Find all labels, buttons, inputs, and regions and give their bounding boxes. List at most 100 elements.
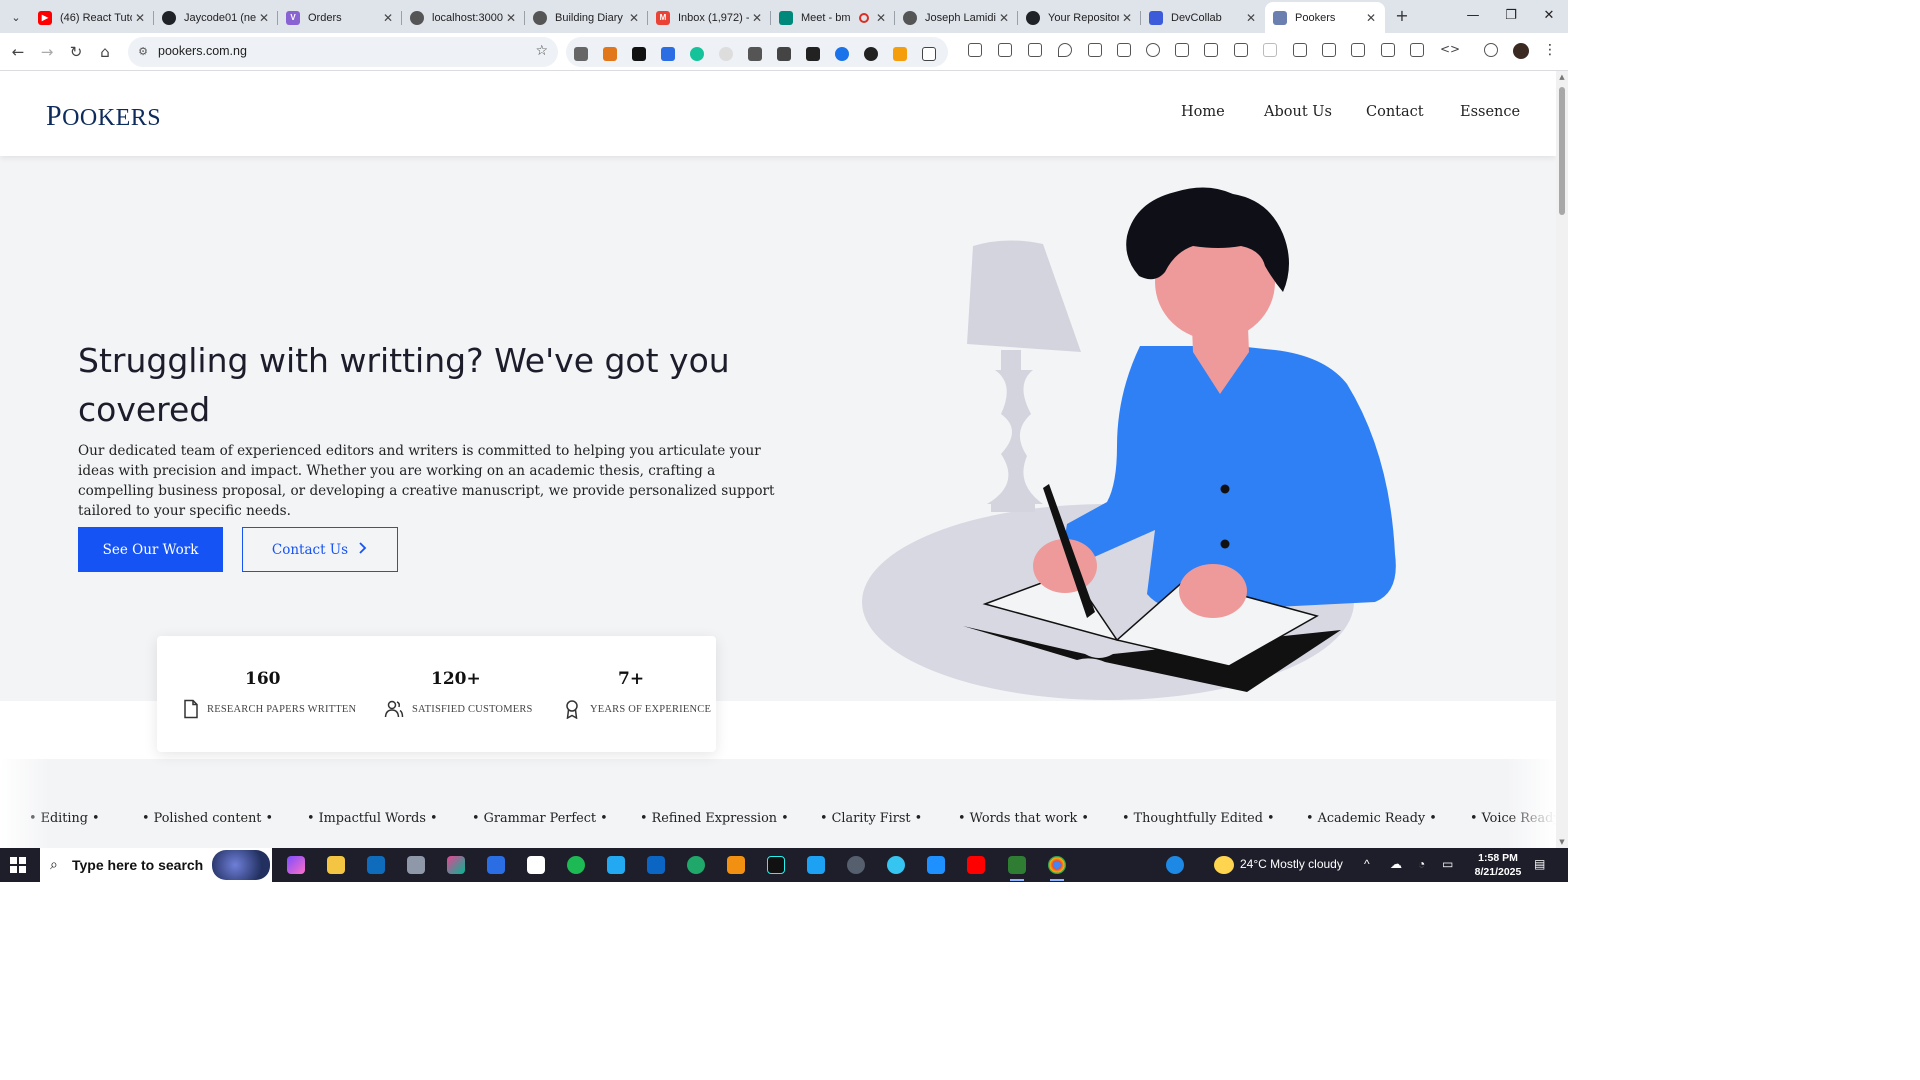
incognito-icon[interactable]	[968, 43, 982, 57]
cursor-icon[interactable]	[806, 47, 820, 61]
help-icon[interactable]	[1166, 856, 1184, 874]
nav-about-us[interactable]: About Us	[1264, 104, 1332, 120]
tab-search-chevron-icon[interactable]: ⌄	[4, 6, 28, 28]
key-icon[interactable]	[998, 43, 1012, 57]
microsoft365-icon[interactable]	[447, 856, 465, 874]
scrollbar-thumb[interactable]	[1559, 87, 1565, 215]
youtube-icon[interactable]	[967, 856, 985, 874]
screenshot-icon[interactable]	[1234, 43, 1248, 57]
puzzle-extensions-icon[interactable]	[922, 47, 936, 61]
site-info-icon[interactable]: ⚙	[136, 45, 150, 59]
forward-arrow-icon[interactable]: →	[37, 42, 57, 62]
nav-home[interactable]: Home	[1181, 104, 1225, 120]
delete-icon[interactable]	[1175, 43, 1189, 57]
cast-icon[interactable]	[1381, 43, 1395, 57]
battery-icon[interactable]: ▭	[1442, 857, 1453, 871]
site-logo[interactable]: POOKERS	[46, 101, 161, 133]
close-tab-icon[interactable]: ✕	[503, 11, 519, 25]
store-icon[interactable]	[487, 856, 505, 874]
close-tab-icon[interactable]: ✕	[1119, 11, 1135, 25]
outlook-icon[interactable]	[367, 856, 385, 874]
close-tab-icon[interactable]: ✕	[132, 11, 148, 25]
favorites-icon[interactable]	[1088, 43, 1102, 57]
performance-icon[interactable]	[1484, 43, 1498, 57]
back-arrow-icon[interactable]: ←	[8, 42, 28, 62]
scroll-up-icon[interactable]: ▲	[1558, 73, 1566, 81]
metamask-icon[interactable]	[603, 47, 617, 61]
reload-icon[interactable]: ↻	[66, 42, 86, 62]
close-tab-icon[interactable]: ✕	[626, 11, 642, 25]
browser-tab[interactable]: M Inbox (1,972) - ✕	[648, 2, 771, 33]
chevron-up-icon[interactable]: ^	[1364, 857, 1370, 871]
spotify-icon[interactable]	[567, 856, 585, 874]
history-icon[interactable]	[1146, 43, 1160, 57]
windows-start-icon[interactable]	[10, 857, 26, 873]
linkedin-icon[interactable]	[647, 856, 665, 874]
edge-icon[interactable]	[687, 856, 705, 874]
weather-text[interactable]: 24°C Mostly cloudy	[1240, 857, 1343, 871]
close-tab-icon[interactable]: ✕	[1243, 11, 1259, 25]
vscode-icon[interactable]	[607, 856, 625, 874]
close-tab-icon[interactable]: ✕	[749, 11, 765, 25]
menu-kebab-icon[interactable]: ⋮	[1543, 42, 1557, 58]
see-our-work-button[interactable]: See Our Work	[78, 527, 223, 572]
reader-mode-icon[interactable]	[1322, 43, 1336, 57]
grammarly-icon[interactable]	[690, 47, 704, 61]
bookmark-star-icon[interactable]: ☆	[535, 43, 548, 59]
close-window-button[interactable]: ✕	[1534, 6, 1564, 26]
browser-tab[interactable]: localhost:3000/ ✕	[402, 2, 525, 33]
capcut-icon[interactable]	[527, 856, 545, 874]
extension-icon[interactable]	[632, 47, 646, 61]
devtools-code-icon[interactable]: <>	[1440, 43, 1460, 57]
notifications-icon[interactable]: ▤	[1534, 857, 1545, 871]
extension-icon[interactable]	[574, 47, 588, 61]
slack-icon[interactable]	[887, 856, 905, 874]
browser-tab-active[interactable]: Pookers ✕	[1265, 2, 1385, 33]
extension-icon[interactable]	[835, 47, 849, 61]
profile-avatar[interactable]	[1513, 43, 1529, 59]
nav-essence[interactable]: Essence	[1460, 104, 1520, 120]
translate-icon[interactable]	[1263, 43, 1277, 57]
home-icon[interactable]: ⌂	[95, 42, 115, 62]
onedrive-icon[interactable]: ☁	[1390, 857, 1402, 871]
link-icon[interactable]	[1351, 43, 1365, 57]
close-tab-icon[interactable]: ✕	[380, 11, 396, 25]
close-tab-icon[interactable]: ✕	[873, 11, 889, 25]
taskbar-clock[interactable]: 1:58 PM 8/21/2025	[1468, 851, 1528, 879]
scroll-down-icon[interactable]: ▼	[1558, 838, 1566, 846]
reading-list-icon[interactable]	[1117, 43, 1131, 57]
table-icon[interactable]	[1410, 43, 1424, 57]
file-explorer-icon[interactable]	[327, 856, 345, 874]
copilot-icon[interactable]	[287, 856, 305, 874]
browser-tab[interactable]: Meet - bm ✕	[771, 2, 895, 33]
address-bar[interactable]: ⚙ pookers.com.ng ☆	[128, 37, 558, 67]
card-icon[interactable]	[1028, 43, 1042, 57]
qr-code-icon[interactable]	[777, 47, 791, 61]
browser-tab[interactable]: ▶ (46) React Tuto ✕	[30, 2, 154, 33]
camera-icon[interactable]	[407, 856, 425, 874]
contact-us-button[interactable]: Contact Us	[242, 527, 398, 572]
browser-tab[interactable]: Joseph Lamidi ✕	[895, 2, 1018, 33]
extension-icon[interactable]	[719, 47, 733, 61]
git-bash-icon[interactable]	[1008, 856, 1026, 881]
wifi-icon[interactable]: ◔	[1418, 857, 1425, 871]
browser-tab[interactable]: DevCollab ✕	[1141, 2, 1265, 33]
app-icon[interactable]	[927, 856, 945, 874]
close-tab-icon[interactable]: ✕	[1363, 11, 1379, 25]
url-text[interactable]: pookers.com.ng	[158, 44, 247, 58]
nav-contact[interactable]: Contact	[1366, 104, 1424, 120]
page-scrollbar[interactable]: ▲ ▼	[1556, 71, 1568, 848]
minimize-button[interactable]: —	[1458, 6, 1488, 26]
settings-gear-icon[interactable]	[847, 856, 865, 874]
location-pin-icon[interactable]	[1058, 43, 1072, 57]
new-tab-button[interactable]: +	[1392, 6, 1412, 26]
qr-code-icon[interactable]	[748, 47, 762, 61]
print-icon[interactable]	[1204, 43, 1218, 57]
tiktok-icon[interactable]	[767, 856, 785, 874]
color-picker-icon[interactable]	[893, 47, 907, 61]
extension-icon[interactable]	[864, 47, 878, 61]
sublime-icon[interactable]	[727, 856, 745, 874]
close-tab-icon[interactable]: ✕	[256, 11, 272, 25]
chrome-icon[interactable]	[1048, 856, 1066, 881]
browser-tab[interactable]: Your Repositor ✕	[1018, 2, 1141, 33]
